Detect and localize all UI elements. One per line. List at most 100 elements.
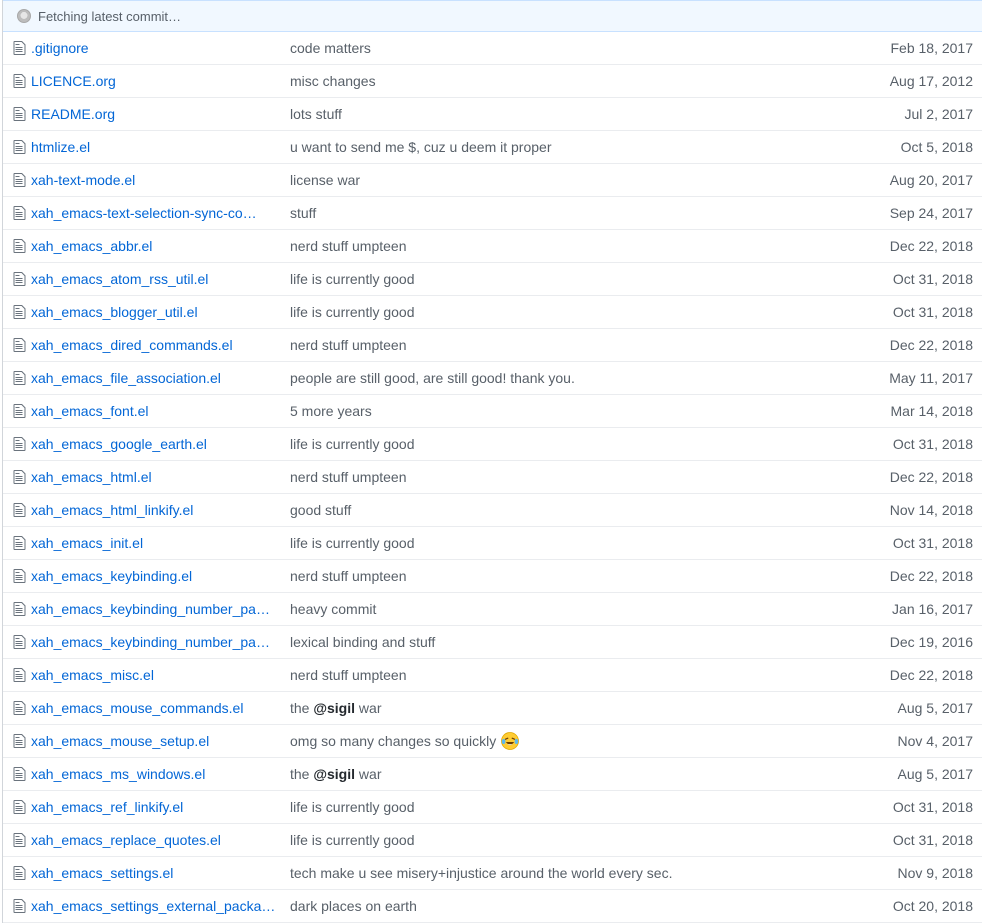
file-name-link[interactable]: xah_emacs-text-selection-sync-co… <box>31 205 276 221</box>
file-name-link[interactable]: xah_emacs_mouse_setup.el <box>31 733 276 749</box>
file-row: xah_emacs_file_association.el people are … <box>3 362 982 395</box>
commit-message-suffix: war <box>355 766 382 782</box>
commit-message-link[interactable]: life is currently good <box>290 304 810 320</box>
file-text-icon <box>13 635 26 649</box>
commit-message-link[interactable]: misc changes <box>290 73 810 89</box>
commit-age: Nov 4, 2017 <box>897 733 974 749</box>
file-name-link[interactable]: xah_emacs_dired_commands.el <box>31 337 276 353</box>
commit-message-text: life is currently good <box>290 304 415 320</box>
commit-message-text: license war <box>290 172 361 188</box>
commit-age: Sep 24, 2017 <box>889 205 973 221</box>
commit-message-link[interactable]: lexical binding and stuff <box>290 634 810 650</box>
commit-message-link[interactable]: life is currently good <box>290 535 810 551</box>
file-name-link[interactable]: htmlize.el <box>31 139 276 155</box>
file-row: xah_emacs_mouse_commands.el the @sigil wa… <box>3 692 982 725</box>
commit-message-link[interactable]: nerd stuff umpteen <box>290 238 810 254</box>
file-text-icon <box>13 140 26 154</box>
file-name-link[interactable]: xah_emacs_init.el <box>31 535 276 551</box>
commit-message-link[interactable]: dark places on earth <box>290 898 810 914</box>
commit-age: Aug 17, 2012 <box>889 73 973 89</box>
commit-message-link[interactable]: the @sigil war <box>290 700 810 716</box>
file-text-icon <box>13 668 26 682</box>
commit-message-link[interactable]: nerd stuff umpteen <box>290 337 810 353</box>
file-name-link[interactable]: xah_emacs_mouse_commands.el <box>31 700 276 716</box>
file-name-link[interactable]: xah_emacs_file_association.el <box>31 370 276 386</box>
file-name-link[interactable]: xah_emacs_keybinding_number_pad… <box>31 634 276 650</box>
commit-message-link[interactable]: code matters <box>290 40 810 56</box>
commit-message-link[interactable]: nerd stuff umpteen <box>290 568 810 584</box>
file-text-icon <box>13 536 26 550</box>
commit-message-link[interactable]: good stuff <box>290 502 810 518</box>
file-row: xah_emacs_init.el life is currently good O… <box>3 527 982 560</box>
file-text-icon <box>13 305 26 319</box>
file-name-link[interactable]: xah_emacs_keybinding.el <box>31 568 276 584</box>
file-text-icon <box>13 338 26 352</box>
file-name-link[interactable]: LICENCE.org <box>31 73 276 89</box>
commit-message-link[interactable]: tech make u see misery+injustice around … <box>290 865 810 881</box>
file-row: xah_emacs_ref_linkify.el life is currentl… <box>3 791 982 824</box>
file-text-icon <box>13 602 26 616</box>
commit-message-link[interactable]: stuff <box>290 205 810 221</box>
file-row: xah_emacs_html_linkify.el good stuff Nov 1… <box>3 494 982 527</box>
file-row: xah_emacs_google_earth.el life is current… <box>3 428 982 461</box>
commit-message-link[interactable]: life is currently good <box>290 436 810 452</box>
commit-message-text: nerd stuff umpteen <box>290 568 407 584</box>
file-text-icon <box>13 41 26 55</box>
commit-message-link[interactable]: omg so many changes so quickly <box>290 731 810 751</box>
commit-message-link[interactable]: life is currently good <box>290 799 810 815</box>
commit-message-link[interactable]: license war <box>290 172 810 188</box>
file-name-link[interactable]: README.org <box>31 106 276 122</box>
commit-message-link[interactable]: life is currently good <box>290 832 810 848</box>
file-name-link[interactable]: xah_emacs_html_linkify.el <box>31 502 276 518</box>
file-name-link[interactable]: xah_emacs_abbr.el <box>31 238 276 254</box>
file-text-icon <box>13 833 26 847</box>
commit-message-link[interactable]: life is currently good <box>290 271 810 287</box>
commit-message-link[interactable]: 5 more years <box>290 403 810 419</box>
commit-age: Nov 9, 2018 <box>897 865 974 881</box>
commit-message-text: stuff <box>290 205 317 221</box>
file-name-link[interactable]: xah_emacs_blogger_util.el <box>31 304 276 320</box>
mention-link[interactable]: @sigil <box>313 766 355 782</box>
commit-message-link[interactable]: people are still good, are still good! t… <box>290 370 810 386</box>
mention-link[interactable]: @sigil <box>313 700 355 716</box>
file-text-icon <box>13 107 26 121</box>
commit-age: May 11, 2017 <box>889 370 973 386</box>
file-text-icon <box>13 371 26 385</box>
commit-message-text: nerd stuff umpteen <box>290 667 407 683</box>
file-name-link[interactable]: xah_emacs_settings_external_packa… <box>31 898 276 914</box>
file-name-link[interactable]: xah_emacs_misc.el <box>31 667 276 683</box>
spinner-icon <box>17 9 31 23</box>
commit-age: Oct 5, 2018 <box>900 139 973 155</box>
file-row: xah-text-mode.el license war Aug 20, 2017 <box>3 164 982 197</box>
file-text-icon <box>13 569 26 583</box>
file-name-link[interactable]: xah_emacs_replace_quotes.el <box>31 832 276 848</box>
file-name-link[interactable]: xah_emacs_keybinding_number_pad… <box>31 601 276 617</box>
file-name-link[interactable]: xah_emacs_ms_windows.el <box>31 766 276 782</box>
commit-message-link[interactable]: nerd stuff umpteen <box>290 469 810 485</box>
commit-message-link[interactable]: heavy commit <box>290 601 810 617</box>
file-name-link[interactable]: xah_emacs_settings.el <box>31 865 276 881</box>
commit-age: Jul 2, 2017 <box>904 106 974 122</box>
commit-message-text: nerd stuff umpteen <box>290 238 407 254</box>
file-text-icon <box>13 701 26 715</box>
file-text-icon <box>13 470 26 484</box>
commit-message-link[interactable]: lots stuff <box>290 106 810 122</box>
file-name-link[interactable]: xah_emacs_ref_linkify.el <box>31 799 276 815</box>
commit-message-text: life is currently good <box>290 832 415 848</box>
file-name-link[interactable]: xah_emacs_font.el <box>31 403 276 419</box>
commit-message-text: tech make u see misery+injustice around … <box>290 865 673 881</box>
file-row: xah_emacs-text-selection-sync-co… stuff Se… <box>3 197 982 230</box>
commit-age: Dec 22, 2018 <box>889 568 973 584</box>
file-name-link[interactable]: xah-text-mode.el <box>31 172 276 188</box>
file-name-link[interactable]: xah_emacs_google_earth.el <box>31 436 276 452</box>
commit-message-text: life is currently good <box>290 535 415 551</box>
commit-message-link[interactable]: nerd stuff umpteen <box>290 667 810 683</box>
file-text-icon <box>13 734 26 748</box>
commit-message-link[interactable]: u want to send me $, cuz u deem it prope… <box>290 139 810 155</box>
file-name-link[interactable]: .gitignore <box>31 40 276 56</box>
file-row: xah_emacs_atom_rss_util.el life is curren… <box>3 263 982 296</box>
file-name-link[interactable]: xah_emacs_html.el <box>31 469 276 485</box>
commit-message-link[interactable]: the @sigil war <box>290 766 810 782</box>
file-name-link[interactable]: xah_emacs_atom_rss_util.el <box>31 271 276 287</box>
commit-age: Oct 31, 2018 <box>892 271 973 287</box>
